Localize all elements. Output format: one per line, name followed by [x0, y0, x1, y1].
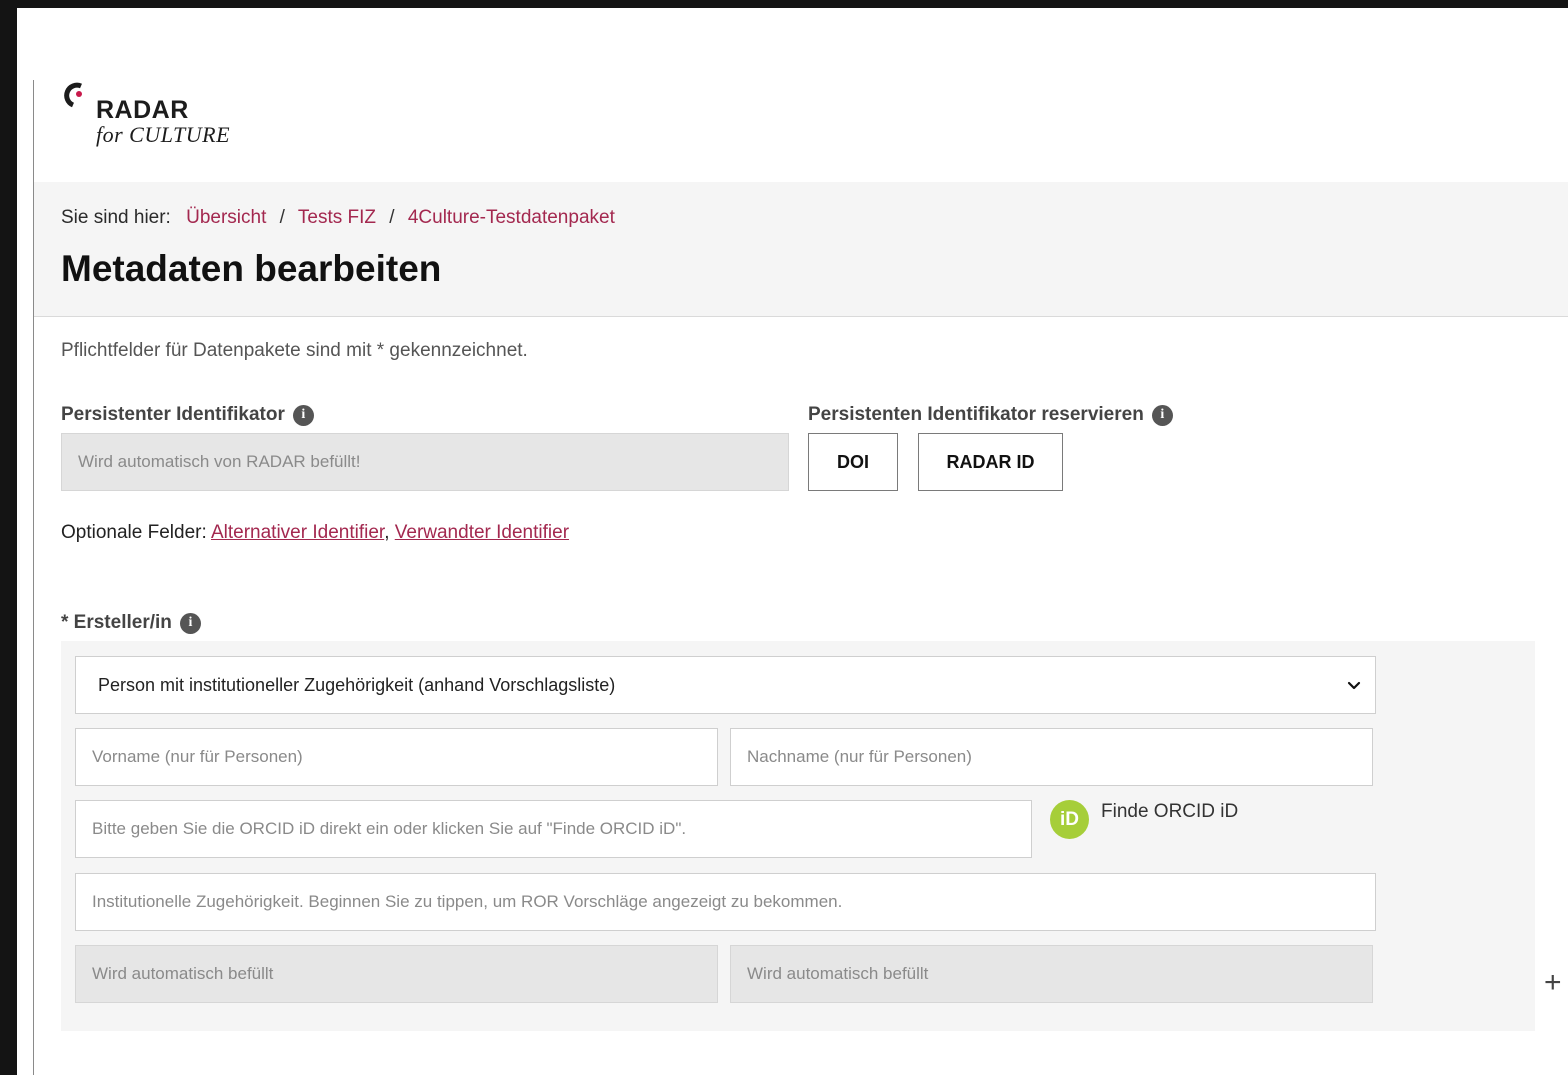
auto-filled-field-2[interactable]	[730, 945, 1373, 1003]
page-title: Metadaten bearbeiten	[61, 248, 442, 289]
alternative-identifier-link[interactable]: Alternativer Identifier	[211, 522, 384, 543]
identifier-label-text: Persistenter Identifikator	[61, 404, 285, 425]
creator-label: * Ersteller/in i	[61, 612, 201, 634]
breadcrumb-lead: Sie sind hier:	[61, 207, 171, 228]
page-header: Sie sind hier: Übersicht / Tests FIZ / 4…	[34, 182, 1568, 317]
persistent-identifier-field[interactable]	[61, 433, 789, 491]
optional-fields-joiner: ,	[384, 522, 395, 543]
orcid-icon: iD	[1050, 800, 1089, 839]
breadcrumb-link-tests-fiz[interactable]: Tests FIZ	[298, 207, 376, 228]
find-orcid-label: Finde ORCID iD	[1101, 800, 1239, 822]
required-fields-note: Pflichtfelder für Datenpakete sind mit *…	[61, 340, 528, 361]
affiliation-input[interactable]	[75, 873, 1376, 931]
breadcrumb-separator: /	[279, 207, 285, 228]
auto-filled-field-1[interactable]	[75, 945, 718, 1003]
creator-label-text: * Ersteller/in	[61, 612, 172, 633]
info-icon[interactable]: i	[179, 612, 201, 634]
doi-button[interactable]: DOI	[808, 433, 898, 491]
radar-logo-mark-icon	[64, 82, 82, 108]
optional-fields: Optionale Felder: Alternativer Identifie…	[61, 522, 569, 544]
reserve-identifier-label: Persistenten Identifikator reservieren i	[808, 404, 1173, 426]
radar-logo[interactable]: RADAR for CULTURE	[64, 76, 294, 156]
breadcrumb-link-overview[interactable]: Übersicht	[186, 207, 266, 228]
breadcrumb-link-datapackage[interactable]: 4Culture-Testdatenpaket	[408, 207, 615, 228]
identifier-label: Persistenter Identifikator i	[61, 404, 314, 426]
breadcrumb-separator: /	[389, 207, 395, 228]
creator-type-select[interactable]: Person mit institutioneller Zugehörigkei…	[75, 656, 1376, 714]
window-frame-left	[0, 0, 17, 1075]
optional-fields-lead: Optionale Felder:	[61, 522, 207, 543]
plus-icon[interactable]: +	[1544, 968, 1562, 998]
logo-subtitle: for CULTURE	[96, 122, 231, 147]
reserve-identifier-label-text: Persistenten Identifikator reservieren	[808, 404, 1144, 425]
info-icon[interactable]: i	[292, 404, 314, 426]
creator-type-selected: Person mit institutioneller Zugehörigkei…	[98, 674, 616, 695]
find-orcid-button[interactable]: iD Finde ORCID iD	[1050, 800, 1238, 839]
orcid-input[interactable]	[75, 800, 1032, 858]
firstname-input[interactable]	[75, 728, 718, 786]
breadcrumb: Sie sind hier: Übersicht / Tests FIZ / 4…	[61, 207, 615, 229]
radar-id-button[interactable]: RADAR ID	[918, 433, 1063, 491]
chevron-down-icon	[1347, 681, 1361, 690]
related-identifier-link[interactable]: Verwandter Identifier	[395, 522, 569, 543]
lastname-input[interactable]	[730, 728, 1373, 786]
info-icon[interactable]: i	[1151, 404, 1173, 426]
logo-title: RADAR	[96, 96, 189, 124]
window-frame-top	[0, 0, 1568, 8]
